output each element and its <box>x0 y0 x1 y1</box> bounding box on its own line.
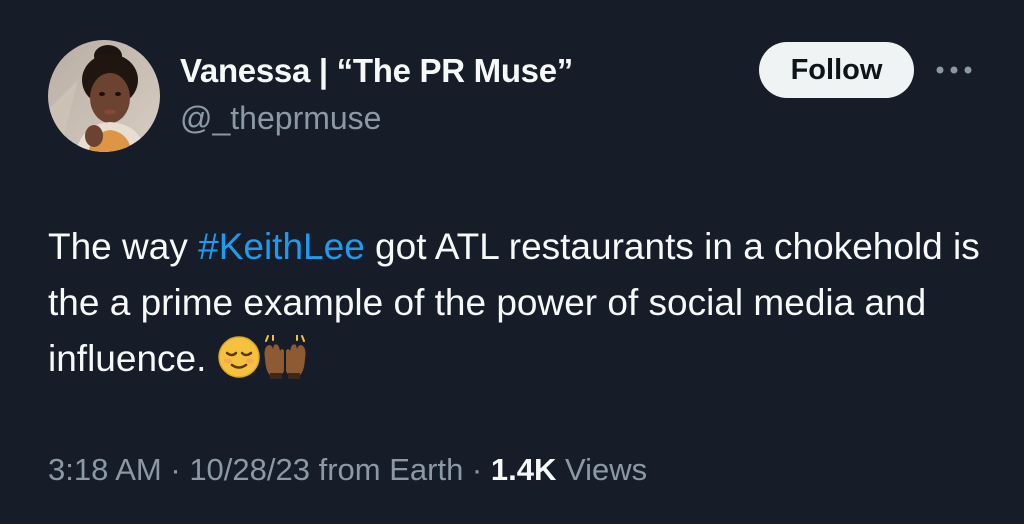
separator-dot: · <box>161 452 190 487</box>
tweet-meta: 3:18 AM · 10/28/23 from Earth · 1.4K Vie… <box>48 452 647 488</box>
tweet-date[interactable]: 10/28/23 <box>189 452 310 487</box>
author-handle[interactable]: @_theprmuse <box>180 100 381 137</box>
tweet-source: from Earth <box>309 452 464 487</box>
more-options-button[interactable] <box>934 58 974 82</box>
relieved-face-emoji-icon <box>217 335 261 379</box>
tweet-text: The way #KeithLee got ATL restaurants in… <box>48 219 988 387</box>
author-display-name[interactable]: Vanessa | “The PR Muse” <box>180 52 573 90</box>
profile-photo-icon <box>48 40 160 152</box>
more-dots-icon <box>936 66 972 74</box>
tweet-text-before: The way <box>48 226 199 267</box>
separator-dot: · <box>463 452 491 487</box>
views-label: Views <box>556 452 648 487</box>
tweet-time[interactable]: 3:18 AM <box>48 452 162 487</box>
tweet-card: Vanessa | “The PR Muse” @_theprmuse Foll… <box>0 0 1024 524</box>
follow-button[interactable]: Follow <box>759 42 914 98</box>
author-avatar[interactable] <box>48 40 160 152</box>
views-count[interactable]: 1.4K <box>491 452 556 487</box>
hashtag-link[interactable]: #KeithLee <box>198 226 365 267</box>
raising-hands-emoji-icon <box>261 334 306 379</box>
